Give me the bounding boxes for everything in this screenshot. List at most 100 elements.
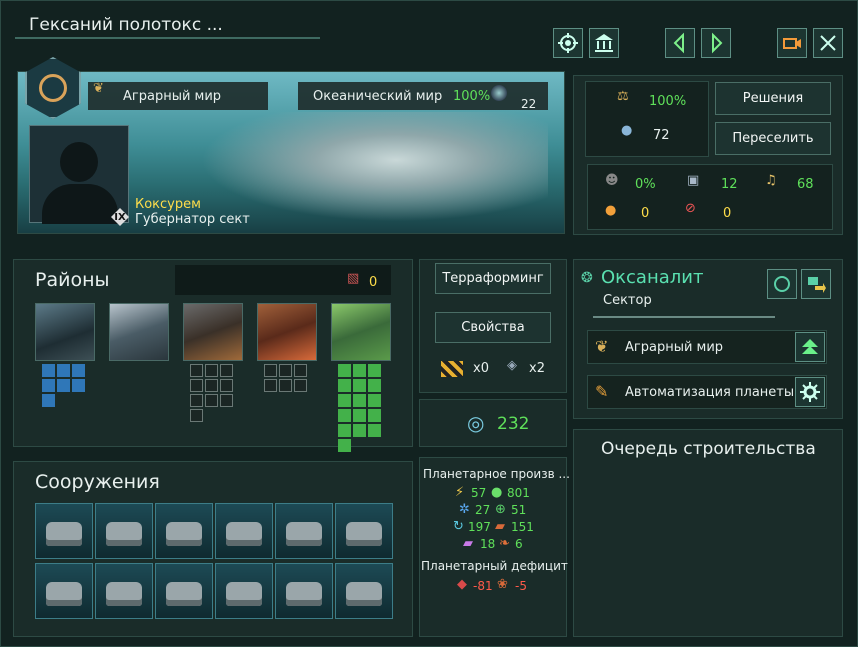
hazard-icon [441, 361, 463, 377]
district-slot-agriculture [338, 424, 351, 437]
amenities-value: 68 [797, 177, 814, 192]
next-planet-button[interactable] [701, 28, 731, 58]
designation-button[interactable] [795, 332, 825, 362]
sector-name[interactable]: Оксаналит [601, 267, 703, 288]
district-slot-agriculture [368, 364, 381, 377]
resettle-button[interactable]: Переселить [715, 122, 831, 155]
district-slot-agriculture [338, 439, 351, 452]
properties-button[interactable]: Свойства [435, 312, 551, 343]
district-agriculture[interactable] [331, 303, 391, 361]
building-factory[interactable] [155, 563, 213, 619]
focus-button[interactable] [553, 28, 583, 58]
district-slot-agriculture [338, 379, 351, 392]
district-slot-generator [220, 394, 233, 407]
building-housing[interactable] [335, 503, 393, 559]
camera-icon [783, 38, 801, 49]
district-slot-agriculture [368, 394, 381, 407]
close-icon [820, 35, 836, 51]
deficit-title: Планетарный дефицит [421, 559, 568, 573]
building-housing-2[interactable] [335, 563, 393, 619]
planet-name[interactable]: Гексаний полотокс ... [15, 9, 320, 39]
alloys-icon: ▰ [463, 536, 473, 551]
district-slot-generator [205, 379, 218, 392]
district-slot-generator [190, 364, 203, 377]
district-slot-mining [264, 379, 277, 392]
planet-class-label: Аграрный мир [123, 89, 222, 104]
arrow-right-icon [712, 32, 723, 54]
district-slot-generator [205, 364, 218, 377]
district-slot-agriculture [353, 424, 366, 437]
district-slot-city [42, 364, 55, 377]
building-research[interactable] [215, 503, 273, 559]
districts-title: Районы [35, 269, 110, 291]
building-agri[interactable] [275, 503, 333, 559]
unity-icon: ❧ [499, 536, 510, 551]
district-slot-agriculture [338, 364, 351, 377]
automation-settings-button[interactable] [795, 377, 825, 407]
bank-icon [595, 34, 613, 52]
governor-title: Губернатор сект [135, 212, 250, 227]
planet-type-label: Океанический мир [313, 89, 443, 104]
arrow-left-icon [673, 32, 684, 54]
building-alloy[interactable] [95, 563, 153, 619]
previous-planet-button[interactable] [665, 28, 695, 58]
wheat-icon: ❦ [93, 81, 104, 96]
decisions-button[interactable]: Решения [715, 82, 831, 115]
energy-total: 232 [497, 414, 530, 434]
district-slot-generator [190, 379, 203, 392]
capital-button[interactable] [589, 28, 619, 58]
district-slot-agriculture [338, 409, 351, 422]
stats-secondary [587, 164, 833, 230]
production-title: Планетарное произв ... [423, 467, 570, 481]
sector-transfer-button[interactable] [801, 269, 831, 299]
district-slot-agriculture [338, 394, 351, 407]
minerals-icon: ▰ [495, 519, 505, 534]
district-slot-mining [294, 364, 307, 377]
district-slot-agriculture [353, 364, 366, 377]
terraform-button[interactable]: Терраформинг [435, 263, 551, 294]
building-temple[interactable] [215, 563, 273, 619]
jobs-icon: ▣ [687, 173, 700, 188]
district-slot-generator [220, 364, 233, 377]
building-agri-2[interactable] [275, 563, 333, 619]
governor-name[interactable]: Коксурем [135, 197, 201, 212]
deficit1-icon: ◆ [457, 577, 467, 592]
close-button[interactable] [813, 28, 843, 58]
district-slot-city [57, 364, 70, 377]
district-slot-agriculture [353, 409, 366, 422]
district-generator[interactable] [183, 303, 243, 361]
building-capital[interactable] [35, 503, 93, 559]
building-military-2[interactable] [155, 503, 213, 559]
district-mining[interactable] [257, 303, 317, 361]
designation-icon: ❦ [595, 337, 609, 356]
energy-icon: ⚡ [455, 485, 465, 500]
deficit2-icon: ❀ [497, 577, 508, 592]
district-slot-city [42, 379, 55, 392]
research-value: 27 [475, 503, 491, 517]
transfer-icon [808, 277, 826, 293]
food-value: 801 [507, 486, 530, 500]
camera-button[interactable] [777, 28, 807, 58]
district-slot-city [72, 364, 85, 377]
district-city[interactable] [35, 303, 95, 361]
trade-value: 51 [511, 503, 527, 517]
district-slot-agriculture [368, 409, 381, 422]
district-industrial-city[interactable] [109, 303, 169, 361]
building-military[interactable] [95, 503, 153, 559]
governor-portrait[interactable] [29, 125, 129, 224]
build-queue-panel [573, 429, 843, 637]
modifier2-icon: ◈ [507, 358, 517, 373]
district-slot-mining [264, 364, 277, 377]
automation-label: Автоматизация планеты [625, 385, 795, 400]
target-icon [558, 33, 578, 53]
buildings-title: Сооружения [35, 471, 160, 493]
planet-size-icon [491, 85, 507, 101]
district-slot-city [72, 379, 85, 392]
district-slot-icon: ▧ [347, 271, 360, 286]
stability-value: 100% [649, 94, 687, 109]
sector-view-button[interactable] [767, 269, 797, 299]
consumer-goods-value: 197 [468, 520, 491, 534]
build-queue-title: Очередь строительства [601, 439, 816, 459]
minerals-value: 151 [511, 520, 534, 534]
building-fortress[interactable] [35, 563, 93, 619]
